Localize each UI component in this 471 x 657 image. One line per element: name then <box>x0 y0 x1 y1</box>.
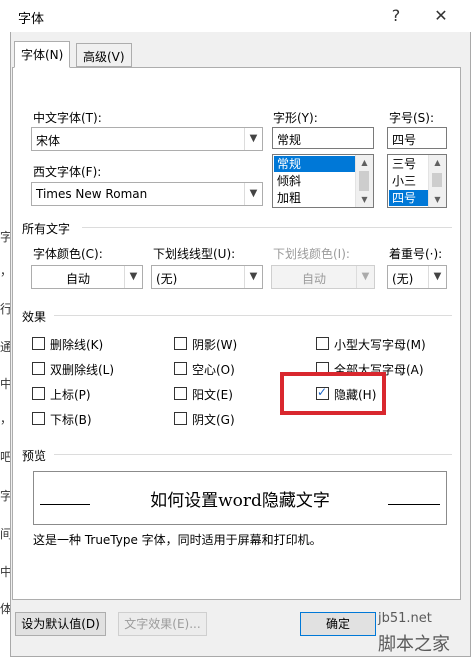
background-char: 吧 <box>0 450 13 464</box>
engrave-checkbox[interactable] <box>174 412 187 425</box>
underline-style-label: 下划线线型(U): <box>153 247 236 261</box>
font-size-input[interactable]: 四号 <box>387 127 447 149</box>
emphasis-value: (无) <box>392 272 414 286</box>
hidden-checkbox[interactable] <box>316 385 329 400</box>
effects-heading: 效果 <box>22 310 47 324</box>
small-caps-label[interactable]: 小型大写字母(M) <box>334 336 426 353</box>
subscript-checkbox[interactable] <box>32 412 45 425</box>
chinese-font-combo[interactable]: 宋体 ▼ <box>31 127 263 151</box>
font-color-label: 字体颜色(C): <box>33 247 103 261</box>
strikethrough-checkbox[interactable] <box>32 337 45 350</box>
shadow-checkbox[interactable] <box>174 337 187 350</box>
engrave-label[interactable]: 阴文(G) <box>192 411 235 428</box>
background-char: 体 <box>0 602 13 616</box>
western-font-label: 西文字体(F): <box>33 165 102 179</box>
list-item[interactable]: 加粗 <box>274 190 301 206</box>
emphasis-label: 着重号(·): <box>389 247 443 261</box>
list-item[interactable]: 常规 <box>274 156 358 172</box>
chevron-down-icon[interactable]: ▼ <box>124 266 142 288</box>
preview-note: 这是一种 TrueType 字体，同时适用于屏幕和打印机。 <box>33 533 322 547</box>
chevron-down-icon: ▼ <box>356 266 374 288</box>
western-font-value: Times New Roman <box>36 187 148 201</box>
chevron-down-icon[interactable]: ▼ <box>244 266 262 288</box>
divider <box>82 227 452 228</box>
dialog-title: 字体 <box>18 12 45 27</box>
font-style-input[interactable]: 常规 <box>272 127 374 149</box>
underline-style-combo[interactable]: (无) ▼ <box>151 265 263 289</box>
underline-color-value: 自动 <box>301 272 326 286</box>
all-text-heading: 所有文字 <box>22 222 71 236</box>
chevron-down-icon[interactable]: ▼ <box>428 266 446 288</box>
help-button[interactable]: ? <box>382 4 410 28</box>
preview-box: 如何设置word隐藏文字 <box>33 471 447 525</box>
underline-style-value: (无) <box>156 272 178 286</box>
small-caps-checkbox[interactable] <box>316 337 329 350</box>
ok-button[interactable]: 确定 <box>300 612 376 636</box>
chinese-font-label: 中文字体(T): <box>33 111 102 125</box>
scroll-down-icon[interactable]: ▼ <box>356 192 373 207</box>
chevron-down-icon[interactable]: ▼ <box>244 128 262 150</box>
double-strikethrough-checkbox[interactable] <box>32 362 45 375</box>
scroll-thumb[interactable] <box>359 171 369 191</box>
subscript-label[interactable]: 下标(B) <box>50 411 92 428</box>
shadow-label[interactable]: 阴影(W) <box>192 336 237 353</box>
background-char: 间 <box>0 527 13 541</box>
text-effects-button: 文字效果(E)... <box>118 612 207 636</box>
font-style-label: 字形(Y): <box>273 111 318 125</box>
underline-color-label: 下划线颜色(I): <box>273 247 350 261</box>
hidden-label[interactable]: 隐藏(H) <box>334 386 376 403</box>
list-item[interactable]: 四号 <box>389 190 431 206</box>
font-color-combo[interactable]: 自动 ▼ <box>31 265 143 289</box>
background-char: 字 <box>0 230 13 244</box>
background-char: ， <box>0 264 13 278</box>
preview-text: 如何设置word隐藏文字 <box>150 491 330 511</box>
font-size-label: 字号(S): <box>389 111 435 125</box>
preview-rule-right <box>388 504 440 505</box>
font-style-list[interactable]: 常规 倾斜 加粗 ▲ ▼ <box>272 154 374 208</box>
close-button[interactable]: ✕ <box>427 4 455 28</box>
list-item[interactable]: 三号 <box>389 156 416 172</box>
background-char: 中 <box>0 565 13 579</box>
outline-label[interactable]: 空心(O) <box>192 361 235 378</box>
emboss-checkbox[interactable] <box>174 387 187 400</box>
list-item[interactable]: 小三 <box>389 173 416 189</box>
watermark-site: jb51.net <box>378 611 432 626</box>
divider <box>54 315 452 316</box>
scrollbar[interactable]: ▲ ▼ <box>355 155 373 207</box>
divider <box>54 454 452 455</box>
emphasis-combo[interactable]: (无) ▼ <box>387 265 447 289</box>
watermark-brand: 脚本之家 <box>378 634 450 655</box>
western-font-combo[interactable]: Times New Roman ▼ <box>31 182 263 206</box>
emboss-label[interactable]: 阳文(E) <box>192 386 233 403</box>
superscript-label[interactable]: 上标(P) <box>50 386 91 403</box>
chevron-down-icon[interactable]: ▼ <box>244 183 262 205</box>
double-strikethrough-label[interactable]: 双删除线(L) <box>50 361 114 378</box>
strikethrough-label[interactable]: 删除线(K) <box>50 336 103 353</box>
background-char: ， <box>0 412 13 426</box>
font-size-list[interactable]: 三号 小三 四号 ▲ ▼ <box>387 154 447 208</box>
scroll-thumb[interactable] <box>432 173 442 187</box>
background-char: 中 <box>0 377 13 391</box>
scrollbar[interactable]: ▲ ▼ <box>428 155 446 207</box>
superscript-checkbox[interactable] <box>32 387 45 400</box>
background-char: 行 <box>0 302 13 316</box>
list-item[interactable]: 倾斜 <box>274 173 301 189</box>
outline-checkbox[interactable] <box>174 362 187 375</box>
tab-advanced[interactable]: 高级(V) <box>76 43 132 67</box>
chinese-font-value: 宋体 <box>36 134 61 148</box>
tab-font[interactable]: 字体(N) <box>14 41 71 68</box>
scroll-down-icon[interactable]: ▼ <box>429 192 446 207</box>
underline-color-combo: 自动 ▼ <box>271 265 375 289</box>
scroll-up-icon[interactable]: ▲ <box>356 155 373 170</box>
background-char: 字 <box>0 489 13 503</box>
scroll-up-icon[interactable]: ▲ <box>429 155 446 170</box>
background-char: 通 <box>0 340 13 354</box>
preview-heading: 预览 <box>22 449 47 463</box>
font-color-value: 自动 <box>65 272 90 286</box>
set-default-button[interactable]: 设为默认值(D) <box>15 612 106 636</box>
